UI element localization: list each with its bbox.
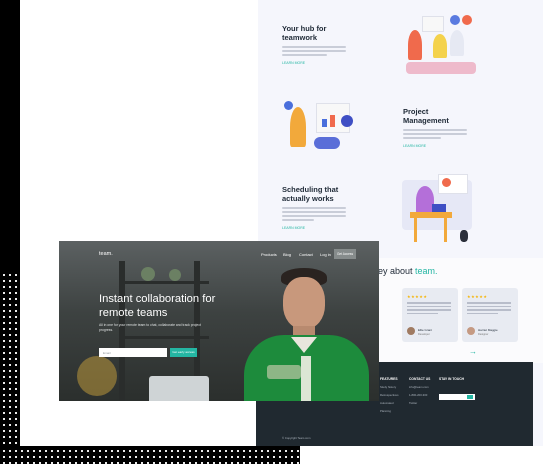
scheduling-illustration [398,172,478,247]
feature-title: Scheduling that actually works [282,185,346,203]
avatar [467,327,475,335]
hero-title: Instant collaboration for remote teams [99,293,216,319]
reviewer-name: Harriet Maggie [478,328,498,332]
learn-more-link[interactable]: LEARN MORE [282,226,346,230]
hero-subtitle: All in one for your remote team to chat,… [99,323,201,332]
footer-column-contact: CONTACT US info@team.com 1-800-200-300 T… [409,377,430,405]
avatar [407,327,415,335]
testimonials-section: ey about team. ★★★★★ Ellie Grant Develop… [344,258,543,363]
footer-link[interactable]: info@team.com [409,385,430,389]
testimonials-title: ey about team. [378,266,438,276]
get-early-access-button[interactable]: Get early access [170,348,197,357]
reviewer-role: Designer [478,333,489,336]
blurred-light [77,356,117,396]
star-rating: ★★★★★ [467,294,488,299]
testimonial-card: ★★★★★ Ellie Grant Developer [402,288,458,342]
learn-more-link[interactable]: LEARN MORE [403,144,467,148]
footer-link[interactable]: Automated [380,401,399,405]
shelf-board [119,336,209,339]
monitor [149,376,209,401]
feature-project: Project Management LEARN MORE [403,107,467,148]
footer-column-newsletter: STAY IN TOUCH [439,377,464,381]
testimonial-text [467,302,511,316]
feature-title-line: teamwork [282,32,318,42]
star-rating: ★★★★★ [407,294,428,299]
project-illustration [280,95,370,157]
feature-title: Your hub for teamwork [282,24,346,42]
feature-description [282,46,346,56]
footer-link[interactable]: Study history [380,385,399,389]
footer-link[interactable]: 1-800-200-300 [409,393,430,397]
plant [141,267,155,281]
testimonial-text [407,302,451,316]
reviewer-name: Ellie Grant [418,328,433,332]
footer-heading: STAY IN TOUCH [439,377,464,381]
email-input[interactable]: Email [99,348,167,357]
teamwork-illustration [398,12,478,77]
shelf-board [119,281,209,284]
reviewer-role: Developer [418,333,430,336]
feature-title-line: Management [403,115,449,125]
footer-link[interactable]: Twitter [409,401,430,405]
brand-name: team. [415,266,438,276]
feature-description [282,207,346,221]
person-photo [209,241,379,401]
dot-pattern-left [0,270,20,464]
logo[interactable]: team. [99,251,113,257]
learn-more-link[interactable]: LEARN MORE [282,61,346,65]
footer-column-features: FEATURES Study history Retrospectives Au… [380,377,399,413]
feature-scheduling: Scheduling that actually works LEARN MOR… [282,185,346,230]
hero-section: team. Products Blog Contact Log in Get A… [59,241,379,401]
footer-heading: FEATURES [380,377,398,381]
footer-heading: CONTACT US [409,377,431,381]
plant [169,269,181,281]
footer-link[interactable]: Planning [380,409,399,413]
feature-title: Project Management [403,107,467,125]
next-arrow-icon[interactable]: → [469,347,477,356]
newsletter-submit-button[interactable] [467,395,473,399]
feature-hub: Your hub for teamwork LEARN MORE [282,24,346,65]
footer-link[interactable]: Retrospectives [380,393,399,397]
feature-description [403,129,467,139]
dot-pattern-bottom [0,446,300,464]
feature-title-line: actually works [282,193,334,203]
copyright-text: © Copyright Team.com [282,436,311,440]
testimonials-title-text: ey about [378,266,416,276]
testimonial-card: ★★★★★ Harriet Maggie Designer [462,288,518,342]
